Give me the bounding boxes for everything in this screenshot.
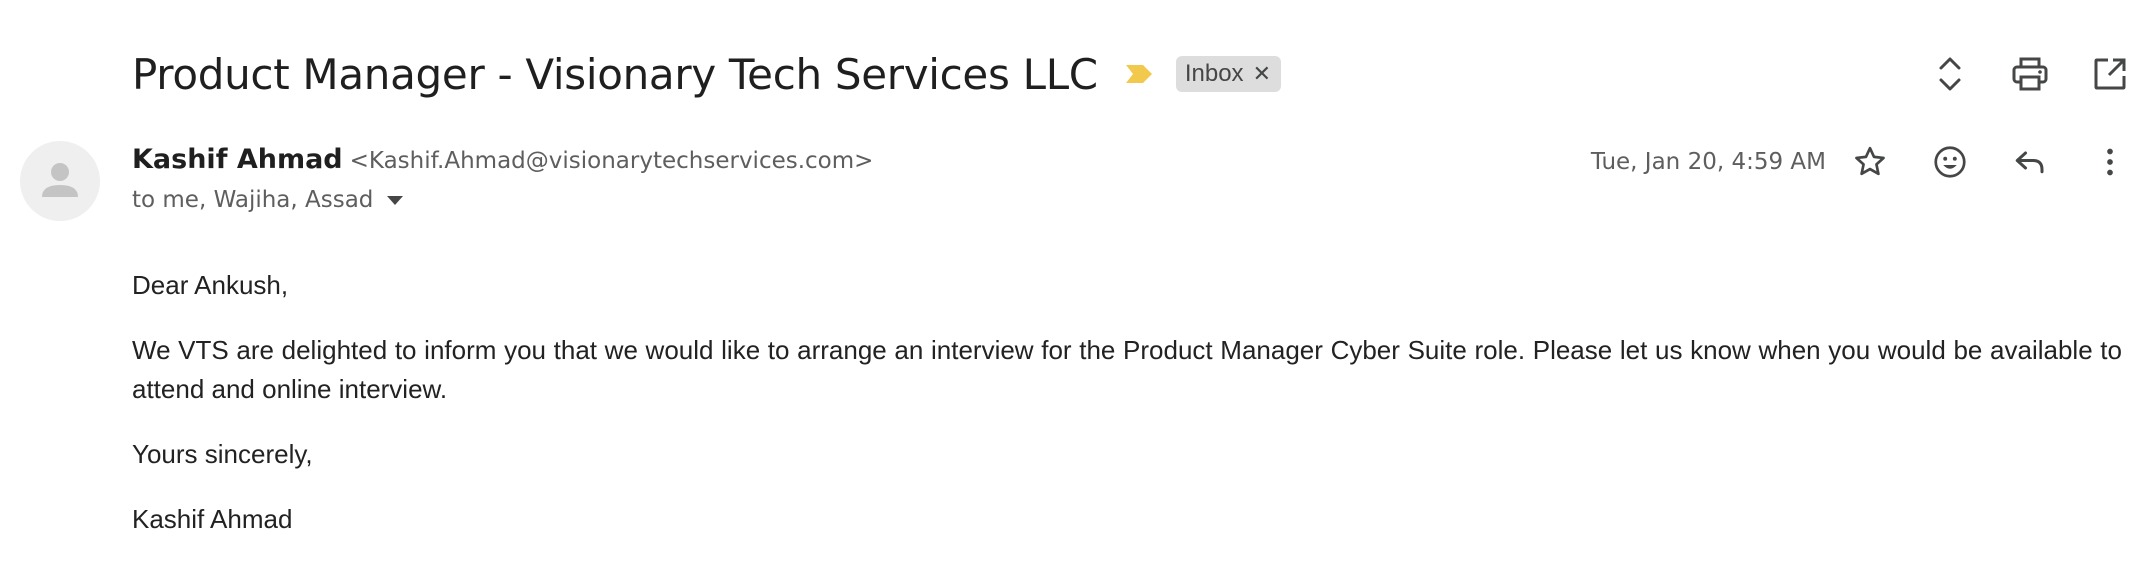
body-signature: Kashif Ahmad	[132, 504, 293, 534]
subject-row: Product Manager - Visionary Tech Service…	[132, 44, 1281, 104]
chevron-down-icon[interactable]	[387, 195, 404, 205]
sender-line: Kashif Ahmad <Kashif.Ahmad@visionarytech…	[132, 144, 873, 175]
email-subject: Product Manager - Visionary Tech Service…	[132, 49, 1098, 99]
inbox-label-chip: Inbox ✕	[1175, 56, 1281, 92]
print-icon[interactable]	[2008, 52, 2052, 96]
star-icon[interactable]	[1848, 140, 1892, 184]
body-paragraph: We VTS are delighted to inform you that …	[132, 335, 2122, 404]
close-icon[interactable]: ✕	[1253, 63, 1271, 85]
open-in-new-window-icon[interactable]	[2088, 52, 2132, 96]
reply-icon[interactable]	[2008, 140, 2052, 184]
label-chip-text: Inbox	[1184, 60, 1244, 87]
sender-email: <Kashif.Ahmad@visionarytechservices.com>	[349, 148, 874, 174]
thread-toolbar	[1892, 52, 2132, 96]
sender-name[interactable]: Kashif Ahmad	[132, 144, 343, 175]
body-closing: Yours sincerely,	[132, 439, 313, 469]
message-date: Tue, Jan 20, 4:59 AM	[1590, 149, 1826, 175]
expand-collapse-icon[interactable]	[1928, 52, 1972, 96]
recipients-toggle[interactable]: to me, Wajiha, Assad	[132, 187, 404, 213]
more-vert-icon[interactable]	[2088, 140, 2132, 184]
message-actions: Tue, Jan 20, 4:59 AM	[1591, 140, 2132, 184]
recipients-text: to me, Wajiha, Assad	[132, 187, 374, 213]
sender-avatar[interactable]	[20, 141, 100, 221]
body-greeting: Dear Ankush,	[132, 270, 289, 300]
message-body: Dear Ankush, We VTS are delighted to inf…	[132, 266, 2122, 565]
emoji-icon[interactable]	[1928, 140, 1972, 184]
importance-marker-icon[interactable]	[1124, 63, 1154, 85]
person-icon	[42, 163, 78, 197]
